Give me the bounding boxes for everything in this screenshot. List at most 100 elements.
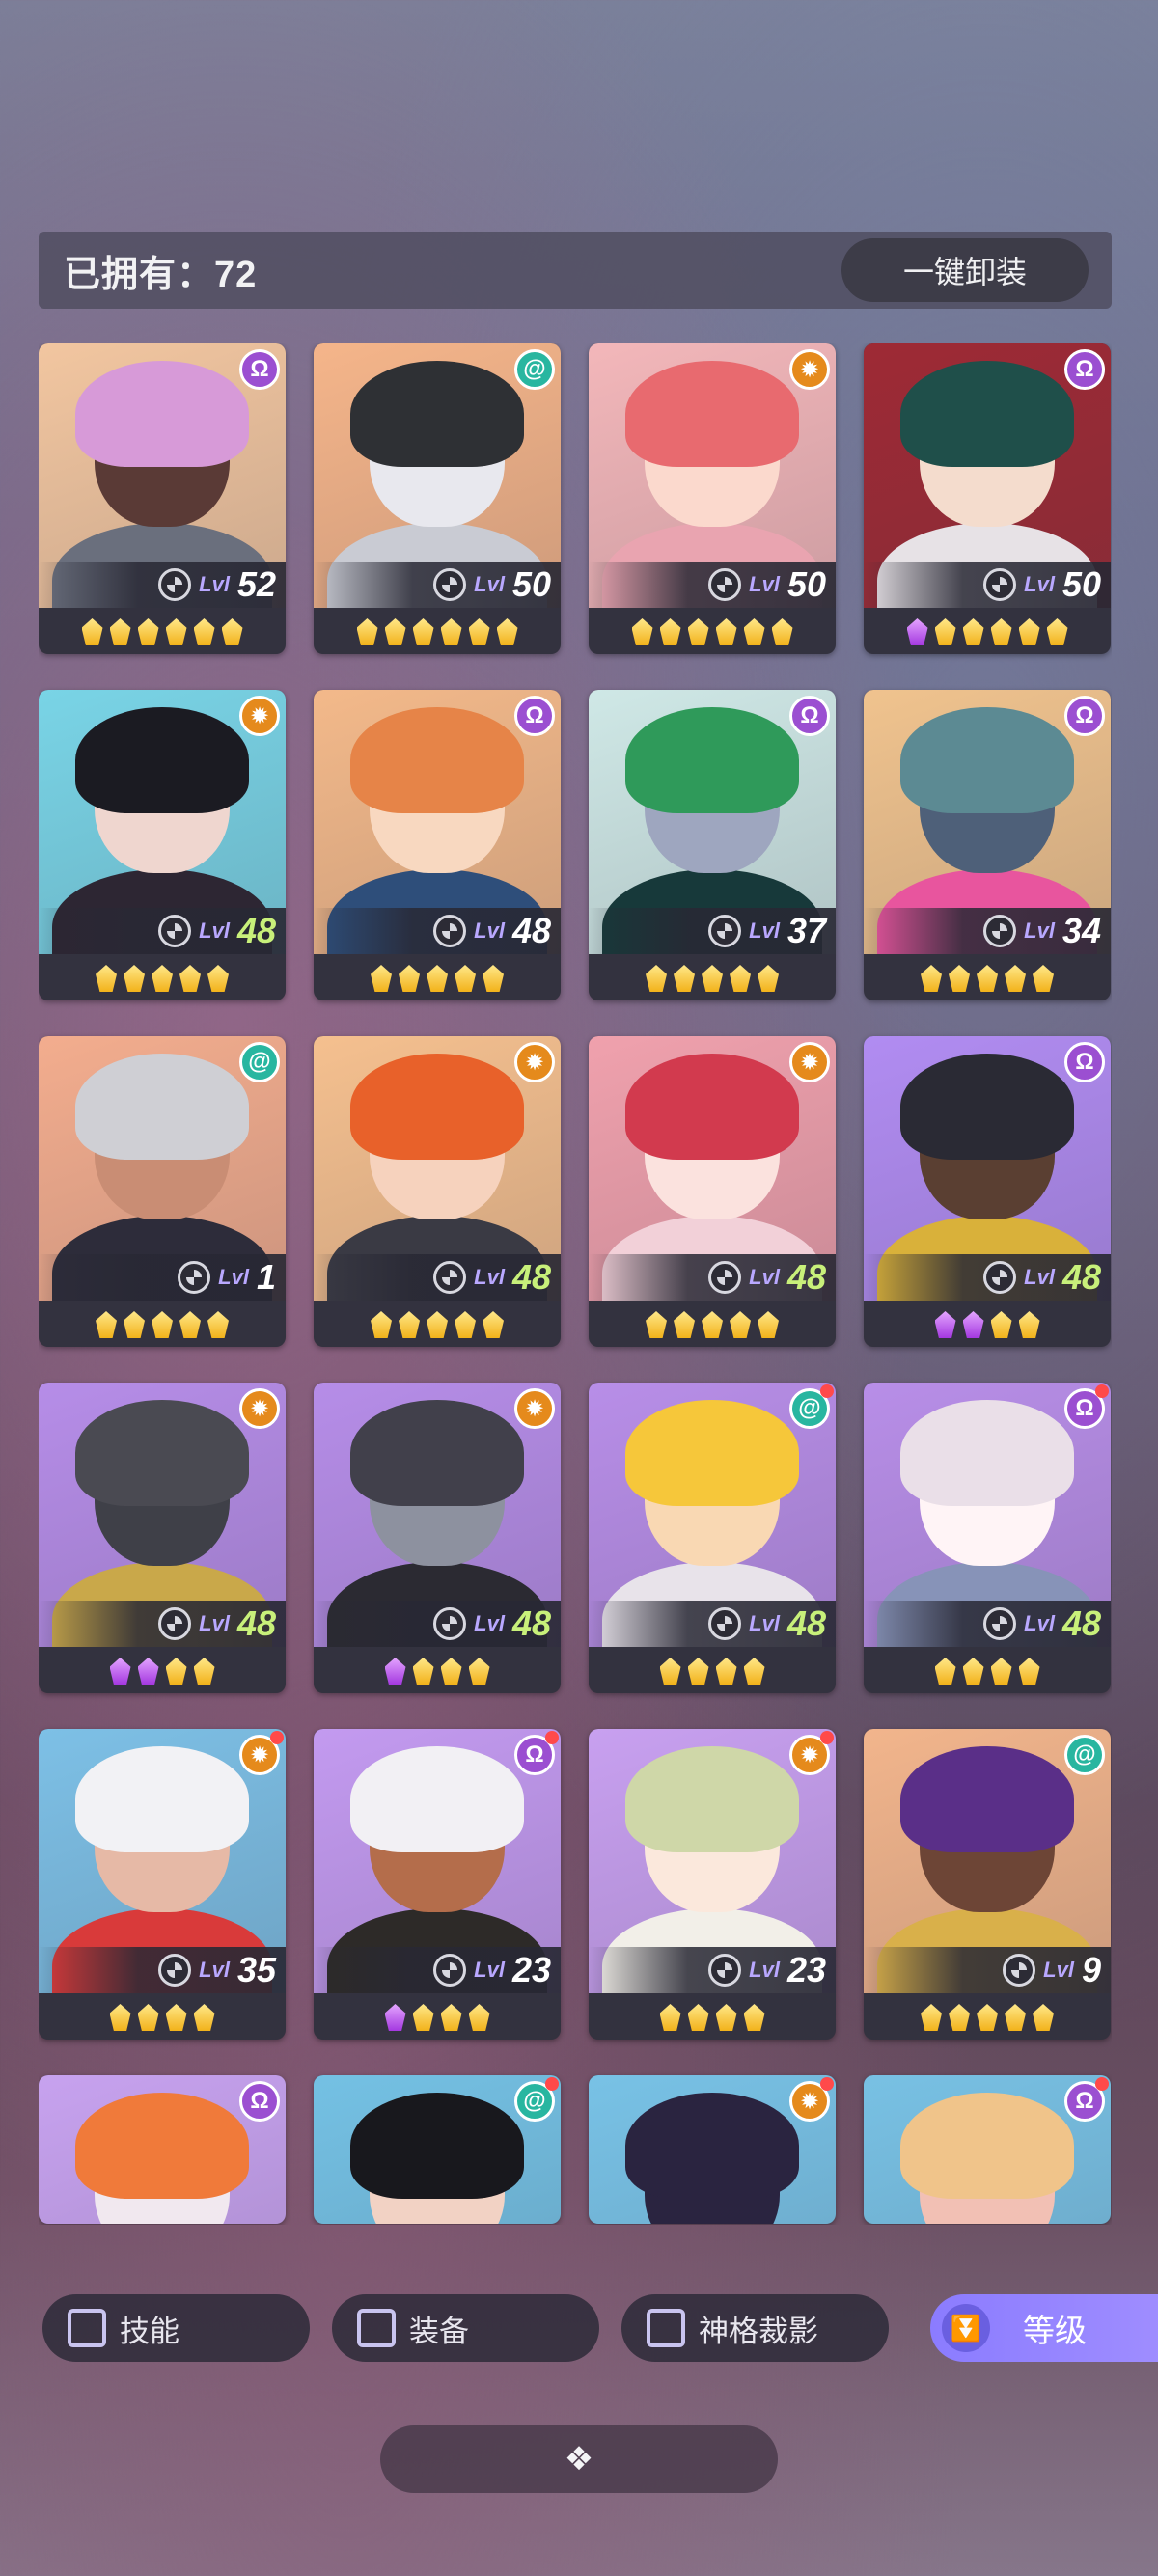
gold-gem-icon [934, 618, 956, 645]
hero-card[interactable]: @ [314, 2075, 561, 2224]
gold-gem-icon [646, 965, 667, 992]
skill-wheel-icon [708, 915, 742, 947]
star-gems [589, 1302, 836, 1347]
unequip-all-button[interactable]: 一键卸装 [841, 238, 1089, 302]
faction-icon: ✹ [514, 1388, 555, 1429]
star-gems [314, 956, 561, 1000]
level-prefix: Lvl [1043, 1958, 1074, 1982]
level-prefix: Lvl [199, 1958, 230, 1982]
faction-icon: @ [1064, 1735, 1105, 1775]
hero-card[interactable]: ✹ Lvl 48 [314, 1036, 561, 1347]
skill-wheel-icon [708, 568, 742, 601]
level-row: Lvl 48 [864, 1601, 1111, 1647]
level-value: 50 [786, 564, 826, 604]
faction-icon: ✹ [789, 1042, 830, 1082]
hero-card[interactable]: ✹ Lvl 48 [314, 1383, 561, 1693]
gold-gem-icon [1018, 618, 1040, 645]
hero-card[interactable]: ✹ [589, 2075, 836, 2224]
sort-level-label: 等级 [1023, 2313, 1087, 2348]
notification-dot [1095, 2077, 1109, 2091]
star-gems [864, 1302, 1111, 1347]
checkbox-icon [647, 2309, 685, 2347]
level-value: 9 [1081, 1950, 1101, 1989]
hero-card[interactable]: @ Lvl 1 [39, 1036, 286, 1347]
level-row: Lvl 48 [39, 908, 286, 954]
level-prefix: Lvl [474, 1265, 505, 1289]
collapse-panel-button[interactable]: ❖ [380, 2425, 778, 2493]
faction-icon: Ω [239, 349, 280, 390]
gold-gem-icon [193, 2004, 215, 2031]
gold-gem-icon [109, 618, 131, 645]
filter-divine-checkbox[interactable]: 神格裁影 [621, 2294, 889, 2362]
hero-card[interactable]: Ω Lvl 52 [39, 343, 286, 654]
star-gems [589, 1649, 836, 1693]
sort-level-button[interactable]: ⏬ 等级 [930, 2294, 1158, 2362]
hero-card[interactable]: Ω Lvl 34 [864, 690, 1111, 1000]
gold-gem-icon [702, 965, 723, 992]
owned-header-bar: 已拥有：72 一键卸装 [39, 232, 1112, 309]
gold-gem-icon [124, 1311, 145, 1338]
gold-gem-icon [124, 965, 145, 992]
gold-gem-icon [771, 618, 793, 645]
notification-dot [820, 1731, 834, 1744]
hero-card[interactable]: Ω [864, 2075, 1111, 2224]
hero-card[interactable]: Ω Lvl 37 [589, 690, 836, 1000]
star-gems [864, 1995, 1111, 2040]
hero-card[interactable]: Ω [39, 2075, 286, 2224]
gold-gem-icon [440, 618, 462, 645]
level-row: Lvl 48 [314, 908, 561, 954]
gold-gem-icon [631, 618, 653, 645]
filter-equipment-checkbox[interactable]: 装备 [332, 2294, 599, 2362]
skill-wheel-icon [433, 915, 467, 947]
notification-dot [270, 1731, 284, 1744]
hero-card[interactable]: Ω Lvl 48 [314, 690, 561, 1000]
gold-gem-icon [109, 2004, 131, 2031]
gold-gem-icon [758, 965, 779, 992]
level-row: Lvl 50 [589, 562, 836, 608]
skill-wheel-icon [983, 568, 1017, 601]
gold-gem-icon [152, 965, 173, 992]
hero-card[interactable]: Ω Lvl 23 [314, 1729, 561, 2040]
gold-gem-icon [496, 618, 518, 645]
level-row: Lvl 48 [589, 1601, 836, 1647]
hero-card[interactable]: Ω Lvl 50 [864, 343, 1111, 654]
gold-gem-icon [399, 965, 420, 992]
gold-gem-icon [715, 2004, 737, 2031]
faction-icon: Ω [789, 696, 830, 736]
gold-gem-icon [715, 1658, 737, 1685]
faction-icon: Ω [239, 2081, 280, 2122]
hero-card[interactable]: ✹ Lvl 23 [589, 1729, 836, 2040]
hero-card[interactable]: ✹ Lvl 48 [39, 690, 286, 1000]
gold-gem-icon [1046, 618, 1068, 645]
faction-icon: Ω [1064, 696, 1105, 736]
level-value: 48 [511, 1257, 551, 1297]
gold-gem-icon [455, 965, 476, 992]
level-value: 48 [511, 1603, 551, 1643]
level-prefix: Lvl [474, 1611, 505, 1635]
hero-card[interactable]: ✹ Lvl 35 [39, 1729, 286, 2040]
hero-card[interactable]: @ Lvl 50 [314, 343, 561, 654]
filter-equipment-label: 装备 [409, 2314, 469, 2348]
gold-gem-icon [730, 1311, 751, 1338]
hero-card[interactable]: ✹ Lvl 50 [589, 343, 836, 654]
level-prefix: Lvl [749, 572, 780, 596]
hero-card[interactable]: Ω Lvl 48 [864, 1383, 1111, 1693]
filter-skill-label: 技能 [120, 2314, 179, 2348]
level-prefix: Lvl [218, 1265, 249, 1289]
hero-card[interactable]: @ Lvl 9 [864, 1729, 1111, 2040]
hero-card[interactable]: @ Lvl 48 [589, 1383, 836, 1693]
star-gems [314, 1302, 561, 1347]
level-prefix: Lvl [1024, 572, 1055, 596]
gold-gem-icon [962, 1658, 984, 1685]
gold-gem-icon [921, 2004, 942, 2031]
level-row: Lvl 50 [864, 562, 1111, 608]
hero-card[interactable]: ✹ Lvl 48 [589, 1036, 836, 1347]
gold-gem-icon [743, 1658, 765, 1685]
faction-icon: @ [514, 349, 555, 390]
double-chevron-down-icon: ⏬ [942, 2304, 990, 2352]
notification-dot [820, 2077, 834, 2091]
hero-card[interactable]: ✹ Lvl 48 [39, 1383, 286, 1693]
hero-card[interactable]: Ω Lvl 48 [864, 1036, 1111, 1347]
filter-skill-checkbox[interactable]: 技能 [42, 2294, 310, 2362]
gold-gem-icon [137, 2004, 159, 2031]
